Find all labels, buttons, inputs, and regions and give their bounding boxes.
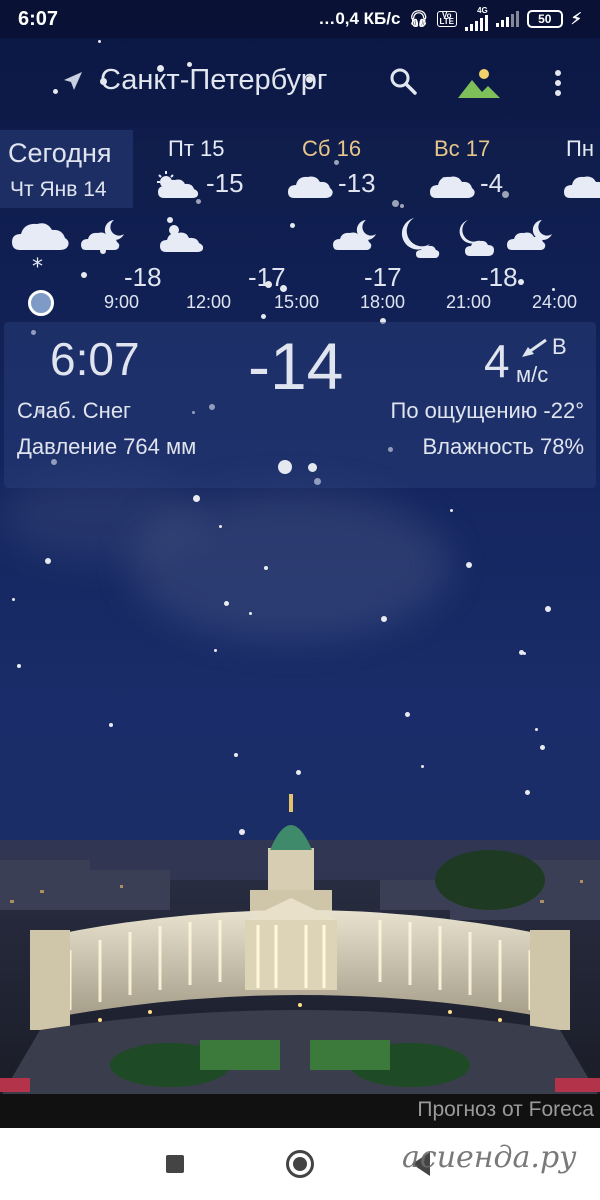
snowflake	[17, 664, 21, 668]
snowflake	[450, 509, 453, 512]
snowflake	[219, 525, 222, 528]
snowflake	[249, 612, 252, 615]
snowflake	[109, 723, 113, 727]
hourly-temp: -18	[124, 262, 162, 292]
snowflake	[98, 40, 101, 43]
hourly-time: 18:00	[360, 292, 406, 312]
home-button[interactable]	[286, 1150, 314, 1178]
search-icon[interactable]	[388, 66, 418, 96]
hourly-temp: -17	[364, 262, 402, 292]
wind-direction: В	[552, 334, 567, 359]
hourly-temp: -17	[248, 262, 286, 292]
day-item[interactable]: Сб 16 -13	[286, 134, 406, 206]
cloud-icon	[288, 176, 333, 198]
moon-cloud-icon	[401, 218, 440, 258]
hourly-time: 24:00	[532, 292, 578, 312]
daily-forecast: Сегодня Чт Янв 14 Пт 15 -15 Сб 16 -13 Вс…	[0, 128, 600, 210]
svg-text:*: *	[32, 255, 43, 276]
snowflake	[214, 649, 217, 652]
hourly-forecast: * -18 -17 -17 -18 9:00 12:00 15:00 18:00…	[0, 210, 600, 320]
cloud-snow-icon: *	[12, 223, 69, 276]
page-dot	[308, 463, 317, 472]
day-item[interactable]: Пт 15 -15	[154, 134, 274, 206]
snowflake	[535, 728, 538, 731]
status-time: 6:07	[18, 7, 59, 30]
humidity: Влажность 78%	[422, 434, 584, 459]
pressure: Давление 764 мм	[17, 434, 197, 459]
day-name: Пт 15	[168, 136, 225, 161]
snowflake	[405, 712, 410, 717]
day-item[interactable]: Пн	[562, 134, 600, 206]
day-name: Сб 16	[302, 136, 362, 161]
cathedral-cityscape-image	[0, 794, 600, 1098]
day-temp: -13	[338, 168, 376, 198]
day-temp: -4	[480, 168, 504, 198]
city-name[interactable]: Санкт-Петербург	[100, 64, 327, 97]
condition-text: Слаб. Снег	[17, 398, 132, 423]
day-name: Вс 17	[434, 136, 491, 161]
hourly-time: 12:00	[186, 292, 232, 312]
snowflake	[224, 601, 229, 606]
system-nav-bar: асиенда.ру	[0, 1128, 600, 1200]
cloud-icon	[564, 176, 600, 198]
recents-button[interactable]	[166, 1155, 184, 1173]
network-speed: …0,4 КБ/с	[318, 9, 401, 28]
current-temperature: -14	[248, 329, 344, 403]
wind-unit: м/с	[516, 362, 549, 387]
headphones-icon: 🎧︎	[408, 11, 429, 28]
forecast-credit[interactable]: Прогноз от Foreca	[417, 1098, 594, 1122]
cloud-sun-icon	[160, 225, 204, 252]
today-label: Сегодня	[8, 138, 112, 168]
snowflake	[421, 765, 424, 768]
day-today[interactable]: Сегодня Чт Янв 14	[0, 130, 133, 208]
status-bar: 6:07 …0,4 КБ/с 🎧︎ Vo LTE 4G 50 ⚡︎	[0, 0, 600, 38]
volte-icon: Vo LTE	[436, 11, 457, 27]
charging-icon: ⚡︎	[570, 11, 582, 28]
page-dot-active	[278, 460, 292, 474]
wind-speed: 4	[484, 335, 510, 387]
day-item[interactable]: Вс 17 -4	[428, 134, 548, 206]
battery-icon: 50	[526, 10, 563, 28]
hourly-time: 9:00	[104, 292, 140, 312]
cloud-sun-icon	[157, 171, 199, 198]
hourly-temp: -18	[480, 262, 518, 292]
snowflake	[296, 770, 301, 775]
landscape-icon[interactable]	[456, 66, 502, 100]
snowflake	[466, 562, 472, 568]
cloud-moon-icon	[333, 220, 376, 250]
cloud-icon	[430, 176, 475, 198]
snowflake	[540, 745, 545, 750]
feels-like: По ощущению -22°	[390, 398, 584, 423]
signal-4g-icon: 4G	[464, 7, 488, 31]
now-indicator	[28, 290, 54, 316]
more-vert-icon[interactable]	[548, 68, 568, 98]
forecast-credit-bar: Прогноз от Foreca	[0, 1094, 600, 1128]
snowflake	[381, 616, 387, 622]
snowflake	[12, 598, 15, 601]
hourly-time: 15:00	[274, 292, 320, 312]
page-indicator	[278, 460, 328, 476]
weather-app: 6:07 …0,4 КБ/с 🎧︎ Vo LTE 4G 50 ⚡︎ Санкт-…	[0, 0, 600, 1200]
today-date: Чт Янв 14	[10, 178, 107, 201]
snowflake	[234, 753, 238, 757]
status-right: …0,4 КБ/с 🎧︎ Vo LTE 4G 50 ⚡︎	[318, 7, 582, 31]
snowflake	[545, 606, 551, 612]
current-time: 6:07	[50, 333, 140, 385]
day-name: Пн	[566, 136, 594, 161]
moon-cloud-icon	[459, 220, 494, 256]
site-watermark: асиенда.ру	[402, 1140, 577, 1175]
hourly-time: 21:00	[446, 292, 492, 312]
snowflake	[519, 650, 524, 655]
cloud-moon-icon	[81, 220, 124, 250]
snowflake	[193, 495, 200, 502]
cloud-moon-icon	[507, 220, 552, 250]
signal-icon	[495, 11, 519, 27]
app-bar: Санкт-Петербург	[0, 50, 600, 116]
day-temp: -15	[206, 168, 244, 198]
wind-direction-icon	[522, 338, 547, 357]
snowflake	[45, 558, 51, 564]
snowflake	[264, 566, 268, 570]
navigation-arrow-icon[interactable]	[58, 68, 86, 96]
